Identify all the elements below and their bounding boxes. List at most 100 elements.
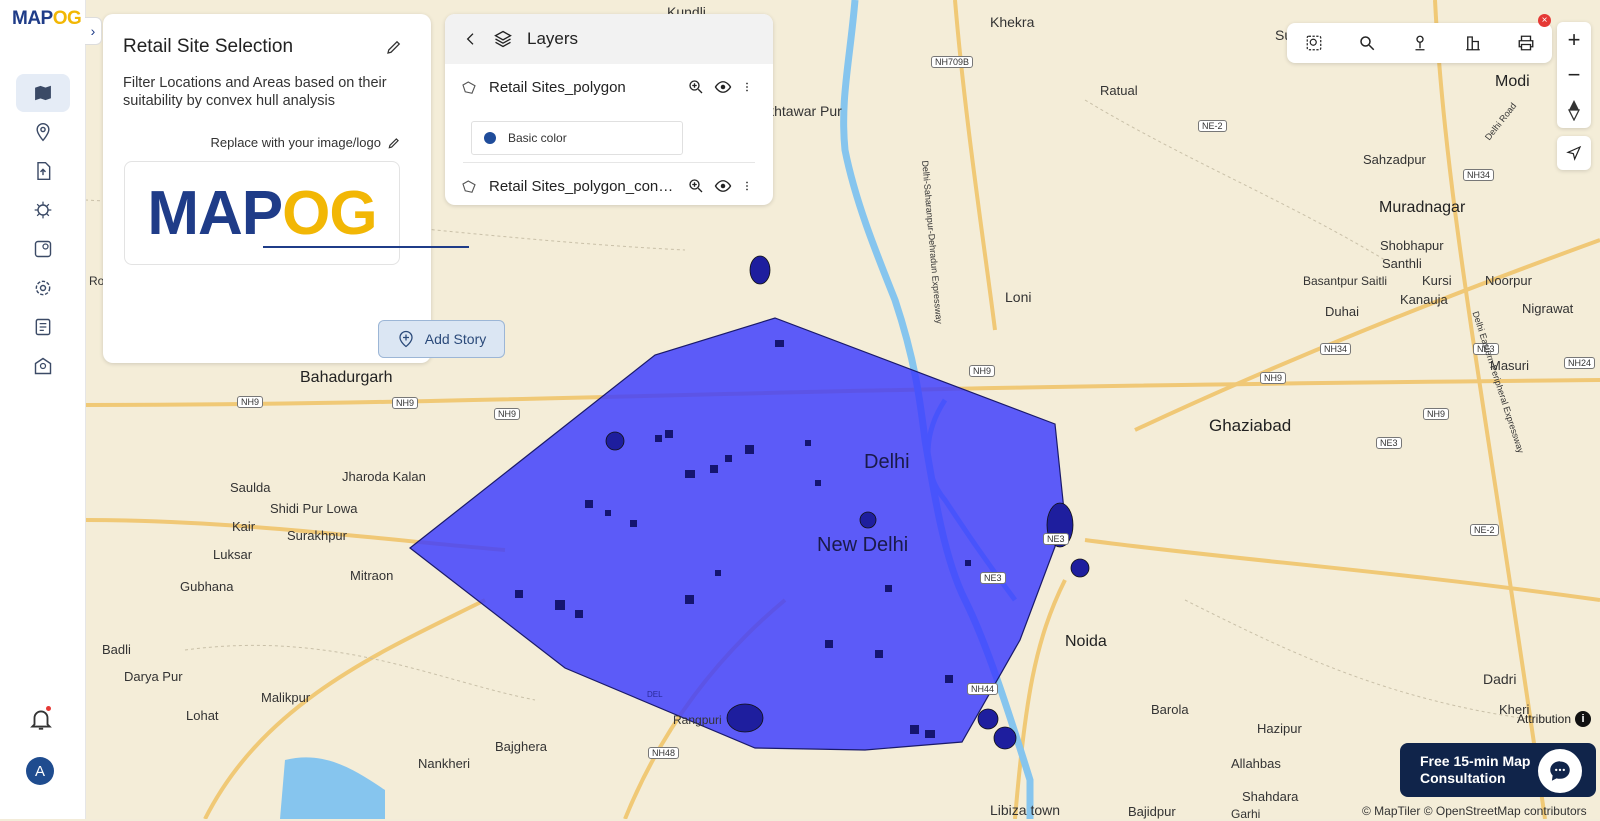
- place-label: Barola: [1151, 702, 1189, 717]
- place-label: Badli: [102, 642, 131, 657]
- sidebar-item-report[interactable]: [16, 308, 70, 346]
- zoom-in-button[interactable]: +: [1557, 22, 1591, 57]
- notification-dot: [46, 706, 51, 711]
- layer-row[interactable]: Retail Sites_polygon: [445, 67, 773, 107]
- close-icon: ×: [1541, 15, 1548, 26]
- more-vertical-icon[interactable]: [741, 177, 753, 195]
- place-label: Bajidpur: [1128, 804, 1176, 819]
- road-shield: NH9: [1423, 408, 1450, 420]
- story-logo-box[interactable]: MAPOG: [124, 161, 400, 265]
- place-label: Kanauja: [1400, 292, 1448, 307]
- road-shield: NE-2: [1198, 120, 1227, 132]
- story-title: Retail Site Selection: [123, 36, 294, 57]
- visibility-eye-icon[interactable]: [714, 78, 732, 96]
- share-map-icon: [34, 357, 52, 375]
- sidebar-item-location[interactable]: [16, 113, 70, 151]
- sidebar-item-settings[interactable]: [16, 269, 70, 307]
- road-shield: NH44: [967, 683, 999, 695]
- sidebar-item-gallery[interactable]: [16, 230, 70, 268]
- place-label: Luksar: [213, 547, 253, 562]
- place-label: Khekra: [990, 14, 1035, 30]
- place-label: Surakhpur: [287, 528, 347, 543]
- place-label: Gubhana: [180, 579, 234, 594]
- back-chevron-icon[interactable]: [463, 31, 479, 47]
- layers-header: Layers: [445, 14, 773, 64]
- place-label: Muradnagar: [1379, 199, 1466, 216]
- sidebar-item-share[interactable]: [16, 347, 70, 385]
- search-icon[interactable]: [1358, 34, 1376, 52]
- place-label: New Delhi: [817, 534, 909, 556]
- replace-logo-link[interactable]: Replace with your image/logo: [210, 135, 401, 150]
- road-shield: NE3: [1376, 437, 1402, 449]
- place-label: Noida: [1065, 633, 1107, 650]
- map-toolbar: [1287, 23, 1552, 63]
- place-label: Lohat: [186, 708, 219, 723]
- place-label: Malikpur: [261, 690, 311, 705]
- replace-logo-label: Replace with your image/logo: [210, 135, 381, 150]
- building-icon[interactable]: [1464, 34, 1482, 52]
- layer-row[interactable]: Retail Sites_polygon_convex_hull: [445, 166, 773, 205]
- chevron-right-icon: ›: [90, 23, 96, 39]
- place-label: Nigrawat: [1522, 301, 1574, 316]
- zoom-out-button[interactable]: −: [1557, 57, 1591, 92]
- place-label: Kursi: [1422, 273, 1452, 288]
- place-label: Basantpur Saitli: [1303, 274, 1388, 288]
- story-panel: Retail Site Selection Filter Locations a…: [103, 14, 505, 363]
- close-toolbar-button[interactable]: ×: [1538, 14, 1551, 27]
- chat-icon: [1550, 761, 1570, 781]
- pin-measure-icon[interactable]: [1411, 34, 1429, 52]
- road-shield: NE3: [1043, 533, 1069, 545]
- place-label: Kair: [232, 519, 256, 534]
- place-label: Darya Pur: [124, 669, 183, 684]
- road-shield: NE3: [980, 572, 1006, 584]
- zoom-to-layer-icon[interactable]: [687, 177, 705, 195]
- chat-button[interactable]: [1538, 749, 1582, 793]
- place-label: Noorpur: [1485, 273, 1532, 288]
- layer-style-selector[interactable]: Basic color: [471, 121, 683, 155]
- print-icon[interactable]: [1517, 34, 1535, 52]
- sidebar-item-map[interactable]: [16, 74, 70, 112]
- navigation-arrow-icon: [1566, 145, 1582, 161]
- upload-file-icon: [37, 161, 51, 181]
- place-label: Santhli: [1382, 256, 1422, 271]
- zoom-to-layer-icon[interactable]: [687, 78, 705, 96]
- place-label: Libiza town: [990, 802, 1061, 818]
- map-copyright: © MapTiler © OpenStreetMap contributors: [1362, 804, 1587, 818]
- attribution-toggle[interactable]: Attribution i: [1517, 711, 1592, 727]
- sidebar-item-upload[interactable]: [16, 152, 70, 190]
- avatar[interactable]: A: [26, 757, 54, 785]
- road-shield: NH9: [1260, 372, 1287, 384]
- place-label: Bajghera: [495, 739, 548, 754]
- road-shield: NH34: [1463, 169, 1495, 181]
- place-label: Allahbas: [1231, 756, 1281, 771]
- expand-panel-button[interactable]: ›: [85, 17, 102, 45]
- visibility-eye-icon[interactable]: [714, 177, 732, 195]
- zoom-control: + −: [1557, 22, 1591, 128]
- add-pin-icon: [399, 330, 413, 348]
- location-pin-icon: [36, 122, 50, 142]
- road-shield: NH9: [392, 397, 419, 409]
- more-vertical-icon[interactable]: [741, 78, 753, 96]
- edit-pencil-icon[interactable]: [385, 38, 403, 56]
- place-label: Hazipur: [1257, 721, 1302, 736]
- road-shield: NE-2: [1470, 524, 1499, 536]
- style-label: Basic color: [508, 131, 567, 145]
- map-search-icon[interactable]: [1305, 34, 1323, 52]
- place-label: Bahadurgarh: [300, 369, 393, 386]
- sidebar-item-analysis[interactable]: [16, 191, 70, 229]
- analysis-icon: [34, 201, 52, 219]
- layers-icon: [494, 30, 512, 48]
- locate-me-button[interactable]: [1557, 136, 1591, 170]
- app-logo[interactable]: MAPOG: [12, 8, 82, 30]
- road-shield: NH34: [1320, 343, 1352, 355]
- story-description: Filter Locations and Areas based on thei…: [123, 75, 387, 109]
- compass-button[interactable]: [1557, 92, 1591, 127]
- consultation-label: Free 15-min Map Consultation: [1420, 753, 1531, 786]
- polygon-layer-icon: [462, 81, 476, 94]
- place-label: Mitraon: [350, 568, 394, 583]
- place-label: DEL: [647, 690, 663, 699]
- place-label: Dadri: [1483, 671, 1517, 687]
- place-label: Shobhapur: [1380, 238, 1444, 253]
- add-story-button[interactable]: Add Story: [378, 320, 505, 358]
- place-label: Nankheri: [418, 756, 471, 771]
